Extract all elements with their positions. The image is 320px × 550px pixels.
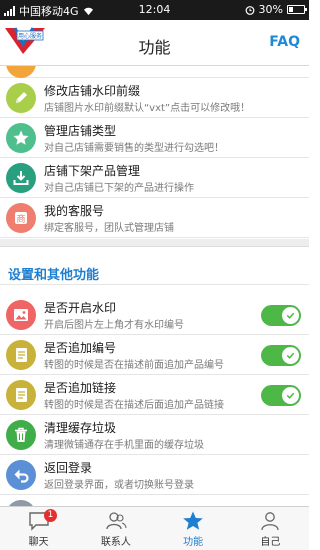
item-title: 店铺下架产品管理 — [44, 164, 141, 178]
document-icon — [6, 340, 36, 370]
watermark-toggle[interactable] — [261, 305, 301, 326]
tab-label: 联系人 — [100, 537, 131, 548]
download-tray-icon — [6, 163, 36, 193]
list-item-shop-type[interactable]: 管理店铺类型 对自己店铺需要销售的类型进行勾选吧！ — [0, 118, 309, 158]
list-item-append-number[interactable]: 是否追加编号 转图的时候是否在描述前面追加产品编号 — [0, 335, 309, 375]
battery-label: 30% — [258, 3, 283, 16]
toggle-knob — [282, 387, 299, 404]
star-icon — [6, 123, 36, 153]
list-item-service-account[interactable]: 商 我的客服号 绑定客服号，团队式管理店铺 — [0, 198, 309, 238]
list-item-watermark-toggle[interactable]: 是否开启水印 开启后图片左上角才有水印编号 — [0, 295, 309, 335]
append-number-toggle[interactable] — [261, 345, 301, 366]
partial-item-icon — [6, 66, 36, 78]
item-desc: 返回登录界面，或者切换账号登录 — [44, 480, 194, 491]
item-desc: 转图的时候是否在描述后面追加产品链接 — [44, 400, 224, 411]
tab-functions[interactable]: 功能 — [155, 507, 232, 550]
contacts-icon — [106, 512, 127, 530]
item-desc: 绑定客服号，团队式管理店铺 — [44, 223, 174, 234]
faq-button[interactable]: FAQ — [269, 34, 300, 50]
page-title: 功能 — [138, 38, 171, 57]
shop-icon: 商 — [6, 203, 36, 233]
append-link-toggle[interactable] — [261, 385, 301, 406]
list-item-append-link[interactable]: 是否追加链接 转图的时候是否在描述后面追加产品链接 — [0, 375, 309, 415]
status-bar: 中国移动4G 12:04 30% — [0, 0, 309, 20]
item-desc: 店铺图片水印前缀默认“vxt”点击可以修改哦！ — [44, 103, 251, 114]
tab-bar: 1 聊天 联系人 功能 自己 — [0, 506, 309, 550]
star-icon — [183, 511, 203, 530]
item-title: 管理店铺类型 — [44, 124, 117, 138]
item-desc: 转图的时候是否在描述前面追加产品编号 — [44, 360, 224, 371]
toggle-knob — [282, 307, 299, 324]
item-title: 我的客服号 — [44, 204, 105, 218]
picture-icon — [6, 300, 36, 330]
tab-label: 功能 — [183, 537, 204, 548]
back-arrow-icon — [6, 460, 36, 490]
item-title: 返回登录 — [44, 461, 93, 475]
item-title: 是否追加编号 — [44, 341, 117, 355]
item-title: 清理缓存垃圾 — [44, 421, 117, 435]
list-item-partial[interactable] — [0, 66, 309, 78]
person-icon — [261, 512, 280, 531]
battery-icon — [287, 5, 307, 14]
list-item-clear-cache[interactable]: 清理缓存垃圾 清理微铺通存在手机里面的缓存垃圾 — [0, 415, 309, 455]
function-list: 修改店铺水印前缀 店铺图片水印前缀默认“vxt”点击可以修改哦！ 管理店铺类型 … — [0, 66, 309, 511]
unread-badge: 1 — [44, 509, 57, 522]
status-right: 30% — [245, 3, 307, 16]
section-title: 设置和其他功能 — [8, 268, 100, 283]
item-desc: 对自己店铺已下架的产品进行操作 — [44, 183, 194, 194]
section-divider — [0, 239, 309, 247]
svg-text:商: 商 — [16, 213, 25, 225]
app-header: 用心服务 功能 FAQ — [0, 20, 309, 66]
section-header: 设置和其他功能 — [0, 257, 309, 285]
trash-icon — [6, 420, 36, 450]
toggle-knob — [282, 347, 299, 364]
item-desc: 开启后图片左上角才有水印编号 — [44, 320, 184, 331]
document-icon — [6, 380, 36, 410]
item-desc: 清理微铺通存在手机里面的缓存垃圾 — [44, 440, 204, 451]
tab-me[interactable]: 自己 — [232, 507, 309, 550]
tab-label: 聊天 — [28, 537, 49, 548]
list-item-watermark-prefix[interactable]: 修改店铺水印前缀 店铺图片水印前缀默认“vxt”点击可以修改哦！ — [0, 78, 309, 118]
tab-contacts[interactable]: 联系人 — [77, 507, 154, 550]
list-item-offshelf-products[interactable]: 店铺下架产品管理 对自己店铺已下架的产品进行操作 — [0, 158, 309, 198]
item-title: 是否开启水印 — [44, 301, 117, 315]
list-item-logout[interactable]: 返回登录 返回登录界面，或者切换账号登录 — [0, 455, 309, 495]
tab-chat[interactable]: 1 聊天 — [0, 507, 77, 550]
item-title: 是否追加链接 — [44, 381, 117, 395]
item-title: 修改店铺水印前缀 — [44, 84, 141, 98]
alarm-icon — [245, 5, 254, 15]
tab-label: 自己 — [260, 537, 281, 548]
pencil-icon — [6, 83, 36, 113]
item-desc: 对自己店铺需要销售的类型进行勾选吧！ — [44, 143, 224, 154]
